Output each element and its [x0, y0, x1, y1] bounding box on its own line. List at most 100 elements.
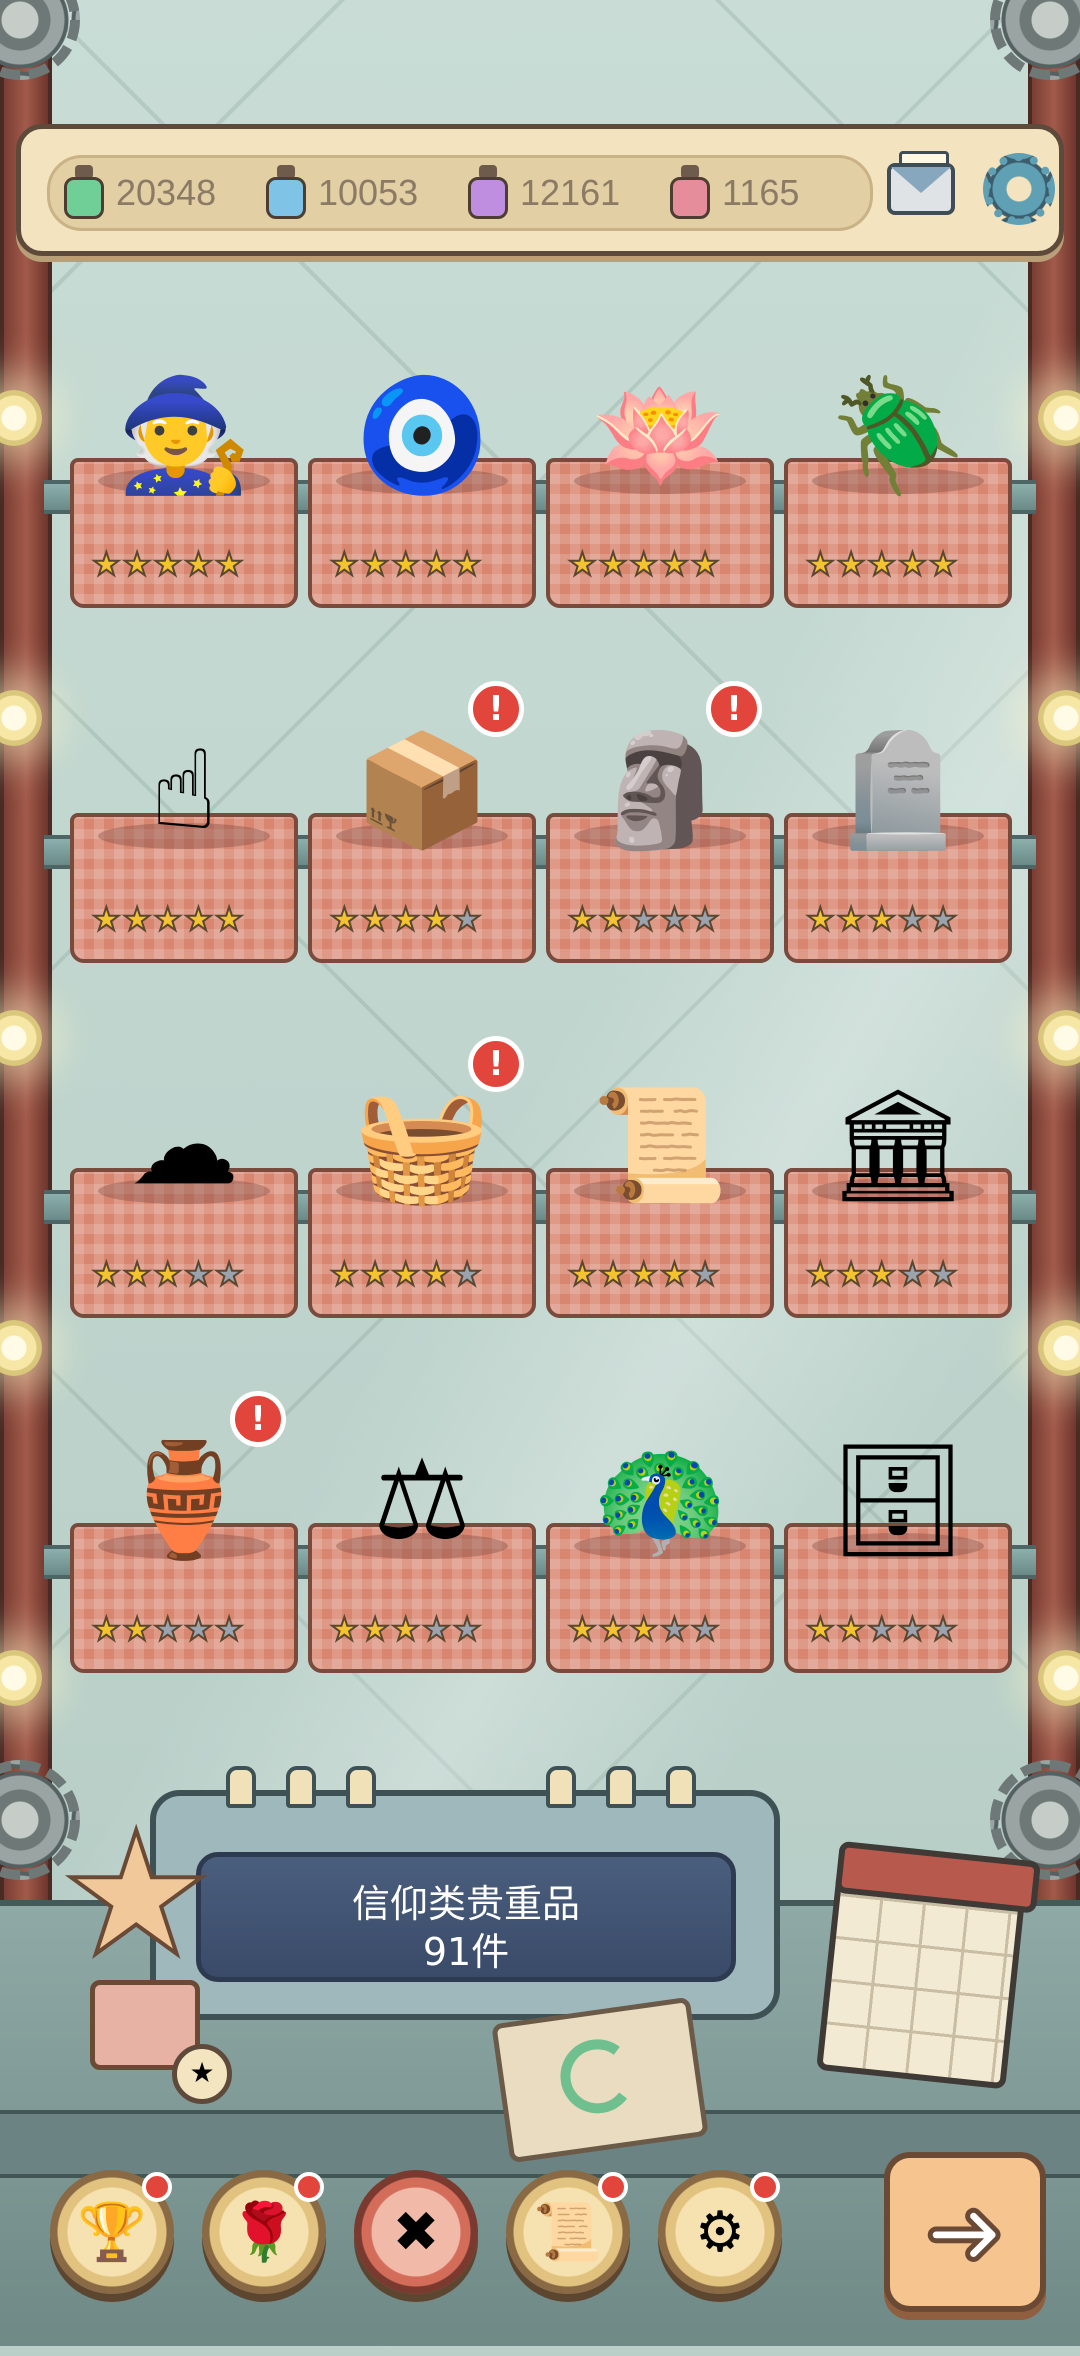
- notification-dot: [142, 2172, 172, 2202]
- relic-ring-relic[interactable]: 🧿 ★ ★ ★ ★ ★: [308, 340, 536, 650]
- relic-lotus-throne[interactable]: 🪷 ★ ★ ★ ★ ★: [546, 340, 774, 650]
- resource-track: 20348 10053 12161 1165: [47, 155, 873, 231]
- notification-dot: [294, 2172, 324, 2202]
- star-filled-icon: ★: [866, 1255, 897, 1293]
- star-filled-icon: ★: [628, 1610, 659, 1648]
- star-empty-icon: ★: [452, 1255, 483, 1293]
- relic-ark-chest[interactable]: 📦 ★ ★ ★ ★ ★!: [308, 681, 536, 1005]
- relic-scarab-relic[interactable]: 🪲 ★ ★ ★ ★ ★: [784, 340, 1012, 650]
- stone-tablet-icon: 🪦: [829, 726, 967, 854]
- star-filled-icon: ★: [567, 1255, 598, 1293]
- scales-of-justice-icon: ⚖: [372, 1436, 472, 1564]
- relic-bread-basket[interactable]: 🧺 ★ ★ ★ ★ ★!: [308, 1036, 536, 1360]
- star-empty-icon: ★: [214, 1255, 245, 1293]
- star-filled-icon: ★: [805, 545, 836, 583]
- star-filled-icon: ★: [329, 1255, 360, 1293]
- relic-bronze-vessel[interactable]: 🏺 ★ ★ ★ ★ ★!: [70, 1391, 298, 1715]
- star-empty-icon: ★: [421, 1610, 452, 1648]
- trophy-icon: 🏆: [77, 2200, 147, 2265]
- star-filled-icon: ★: [122, 900, 153, 938]
- star-filled-icon: ★: [897, 545, 928, 583]
- star-filled-icon: ★: [152, 900, 183, 938]
- relic-golden-shrine[interactable]: 🏛 ★ ★ ★ ★ ★: [784, 1050, 1012, 1360]
- relic-golden-finger-statue[interactable]: ☝ ★ ★ ★ ★ ★: [70, 695, 298, 1005]
- right-arrow-icon: ➜: [922, 2176, 1007, 2288]
- star-empty-icon: ★: [183, 1610, 214, 1648]
- ring-relic-icon: 🧿: [353, 371, 491, 499]
- star-filled-icon: ★: [329, 1610, 360, 1648]
- golden-finger-statue-icon: ☝: [150, 726, 218, 854]
- map-scroll[interactable]: [491, 1996, 709, 2164]
- star-trophy[interactable]: ★: [58, 1808, 230, 2080]
- star-empty-icon: ★: [690, 900, 721, 938]
- star-rating: ★ ★ ★ ★ ★: [329, 1255, 483, 1293]
- star-filled-icon: ★: [598, 1610, 629, 1648]
- cross-icon: ✖: [392, 2199, 440, 2265]
- relic-auspicious-cloud[interactable]: ☁ ★ ★ ★ ★ ★: [70, 1050, 298, 1360]
- star-empty-icon: ★: [897, 900, 928, 938]
- relic-carved-stone[interactable]: 🗄 ★ ★ ★ ★ ★: [784, 1405, 1012, 1715]
- star-filled-icon: ★: [866, 900, 897, 938]
- star-filled-icon: ★: [390, 1610, 421, 1648]
- scarab-relic-icon: 🪲: [829, 371, 967, 499]
- gear-icon: ⚙: [694, 2199, 746, 2265]
- star-rating: ★ ★ ★ ★ ★: [805, 1610, 958, 1648]
- resource-bar: 20348 10053 12161 1165: [16, 124, 1064, 256]
- star-filled-icon: ★: [628, 1255, 659, 1293]
- star-empty-icon: ★: [452, 900, 483, 938]
- ancient-scroll-icon: 📜: [591, 1081, 729, 1209]
- star-filled-icon: ★: [598, 900, 629, 938]
- relic-three-faced-bust[interactable]: 🗿 ★ ★ ★ ★ ★!: [546, 681, 774, 1005]
- star-filled-icon: ★: [690, 545, 721, 583]
- relic-ancient-scroll[interactable]: 📜 ★ ★ ★ ★ ★: [546, 1050, 774, 1360]
- relic-scales-of-justice[interactable]: ⚖ ★ ★ ★ ★ ★: [308, 1405, 536, 1715]
- star-rating: ★ ★ ★ ★ ★: [805, 1255, 959, 1293]
- star-filled-icon: ★: [390, 900, 421, 938]
- star-filled-icon: ★: [805, 1610, 836, 1648]
- star-filled-icon: ★: [836, 1255, 867, 1293]
- collection-plate: 信仰类贵重品 91件: [196, 1852, 736, 1982]
- resource-item: 20348: [60, 158, 216, 228]
- golden-shrine-icon: 🏛: [828, 1081, 968, 1209]
- star-filled-icon: ★: [91, 1255, 122, 1293]
- calendar[interactable]: [816, 1840, 1042, 2090]
- lotus-throne-icon: 🪷: [591, 371, 729, 499]
- star-filled-icon: ★: [390, 1255, 421, 1293]
- mail-icon[interactable]: [881, 149, 961, 229]
- star-filled-icon: ★: [329, 545, 360, 583]
- star-rating: ★ ★ ★ ★ ★: [567, 1255, 720, 1293]
- star-empty-icon: ★: [928, 1255, 959, 1293]
- relic-sage-bust[interactable]: 🧙 ★ ★ ★ ★ ★: [70, 340, 298, 650]
- star-rating: ★ ★ ★ ★ ★: [91, 1255, 245, 1293]
- star-filled-icon: ★: [928, 545, 959, 583]
- star-rating: ★ ★ ★ ★ ★: [567, 900, 721, 938]
- star-filled-icon: ★: [421, 900, 452, 938]
- star-filled-icon: ★: [659, 1255, 690, 1293]
- star-filled-icon: ★: [152, 1255, 183, 1293]
- nav-cross-button[interactable]: ✖: [354, 2170, 478, 2294]
- star-filled-icon: ★: [805, 1255, 836, 1293]
- star-filled-icon: ★: [567, 545, 598, 583]
- resource-item: 12161: [464, 158, 620, 228]
- star-filled-icon: ★: [91, 900, 122, 938]
- star-filled-icon: ★: [836, 1610, 867, 1648]
- star-filled-icon: ★: [390, 545, 421, 583]
- star-empty-icon: ★: [659, 1610, 690, 1648]
- settings-gear-icon[interactable]: [979, 149, 1059, 229]
- red-ink-bottle-icon: [666, 165, 714, 221]
- scroll-icon: 📜: [533, 2200, 603, 2265]
- new-alert-badge: !: [230, 1391, 286, 1447]
- star-filled-icon: ★: [329, 900, 360, 938]
- relic-peacock-fan[interactable]: 🦚 ★ ★ ★ ★ ★: [546, 1405, 774, 1715]
- star-empty-icon: ★: [628, 900, 659, 938]
- star-empty-icon: ★: [214, 1610, 245, 1648]
- next-page-button[interactable]: ➜: [884, 2152, 1046, 2312]
- star-filled-icon: ★: [567, 900, 598, 938]
- star-filled-icon: ★: [598, 545, 629, 583]
- star-filled-icon: ★: [866, 545, 897, 583]
- star-empty-icon: ★: [928, 900, 959, 938]
- star-filled-icon: ★: [452, 545, 483, 583]
- star-filled-icon: ★: [598, 1255, 629, 1293]
- resource-value: 1165: [722, 172, 800, 213]
- relic-stone-tablet[interactable]: 🪦 ★ ★ ★ ★ ★: [784, 695, 1012, 1005]
